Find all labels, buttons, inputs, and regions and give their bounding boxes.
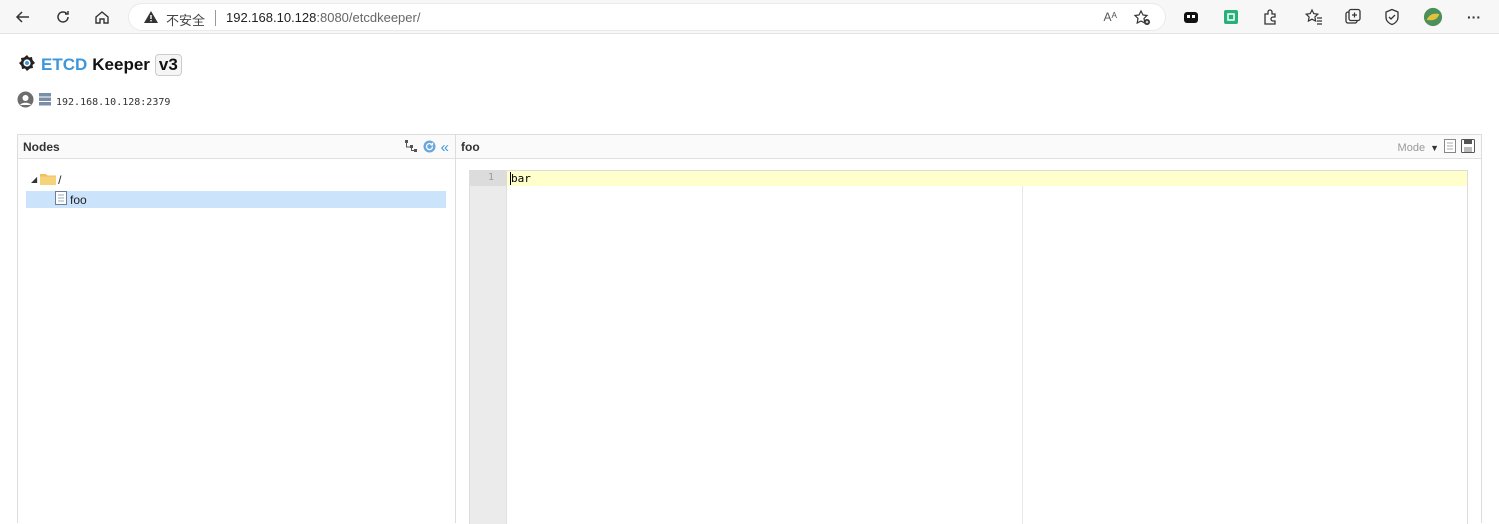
title-etcd: ETCD (41, 55, 88, 74)
document-icon[interactable] (1444, 139, 1456, 156)
server-icon (39, 93, 51, 111)
print-margin (1022, 186, 1023, 524)
line-number: 1 (487, 172, 494, 183)
nodes-panel: Nodes « ◢ / foo (17, 134, 456, 523)
home-icon[interactable] (90, 5, 114, 29)
more-menu-icon[interactable]: ··· (1464, 7, 1484, 27)
tree-node-foo[interactable]: foo (26, 191, 446, 208)
node-tree: ◢ / foo (26, 171, 446, 208)
root-label: / (58, 172, 62, 187)
save-icon[interactable] (1461, 139, 1475, 156)
address-separator (215, 10, 216, 26)
editor-panel: foo Mode ▼ 1 bar (455, 134, 1482, 524)
editor-panel-header: foo Mode ▼ (456, 135, 1481, 159)
refresh-tree-icon[interactable] (423, 140, 436, 156)
active-line-highlight (507, 171, 1467, 186)
expand-caret-icon[interactable]: ◢ (31, 175, 37, 184)
code-editor[interactable]: 1 bar (469, 170, 1468, 524)
title-keeper: Keeper (92, 55, 150, 74)
refresh-icon[interactable] (51, 5, 75, 29)
tree-view-icon[interactable] (404, 139, 418, 156)
url-host: 192.168.10.128 (226, 10, 317, 25)
folder-icon (40, 172, 57, 188)
tree-node-label: foo (70, 192, 87, 207)
editor-gutter: 1 (470, 171, 507, 524)
mode-select[interactable]: Mode (1398, 142, 1426, 154)
profile-avatar[interactable] (1423, 7, 1443, 27)
page-title: ETCD Keeper v3 (18, 54, 182, 76)
insecure-label[interactable]: 不安全 (166, 10, 205, 29)
editor-key-title: foo (461, 139, 480, 154)
nodes-panel-header: Nodes « (18, 135, 455, 159)
back-icon[interactable] (11, 5, 35, 29)
browser-toolbar: 不安全 192.168.10.128:8080/etcdkeeper/ Aᴬ ·… (0, 0, 1499, 34)
collections-icon[interactable] (1343, 7, 1363, 27)
extension-green-icon[interactable] (1221, 7, 1241, 27)
url-text[interactable]: 192.168.10.128:8080/etcdkeeper/ (226, 10, 420, 25)
extensions-puzzle-icon[interactable] (1260, 7, 1280, 27)
read-aloud-icon[interactable]: Aᴬ (1104, 10, 1117, 24)
mode-dropdown-icon[interactable]: ▼ (1430, 143, 1439, 153)
nodes-title: Nodes (23, 139, 60, 154)
url-path: :8080/etcdkeeper/ (316, 10, 421, 25)
user-avatar-icon[interactable] (17, 91, 34, 113)
warning-icon[interactable] (143, 10, 159, 29)
connection-info: 192.168.10.128:2379 (17, 91, 170, 113)
add-favorite-icon[interactable] (1133, 9, 1151, 32)
etcd-logo-icon (18, 54, 36, 77)
file-icon (55, 191, 67, 208)
collapse-panel-icon[interactable]: « (441, 140, 449, 155)
text-cursor (510, 172, 511, 185)
host-address[interactable]: 192.168.10.128:2379 (56, 97, 170, 108)
editor-content[interactable]: bar (511, 172, 531, 185)
version-badge: v3 (154, 54, 182, 76)
extension-ghost-icon[interactable] (1181, 7, 1201, 27)
address-bar[interactable]: 不安全 192.168.10.128:8080/etcdkeeper/ Aᴬ (128, 3, 1166, 31)
tree-root-node[interactable]: ◢ / (26, 171, 446, 188)
browser-essentials-icon[interactable] (1382, 7, 1402, 27)
favorites-icon[interactable] (1304, 7, 1324, 27)
